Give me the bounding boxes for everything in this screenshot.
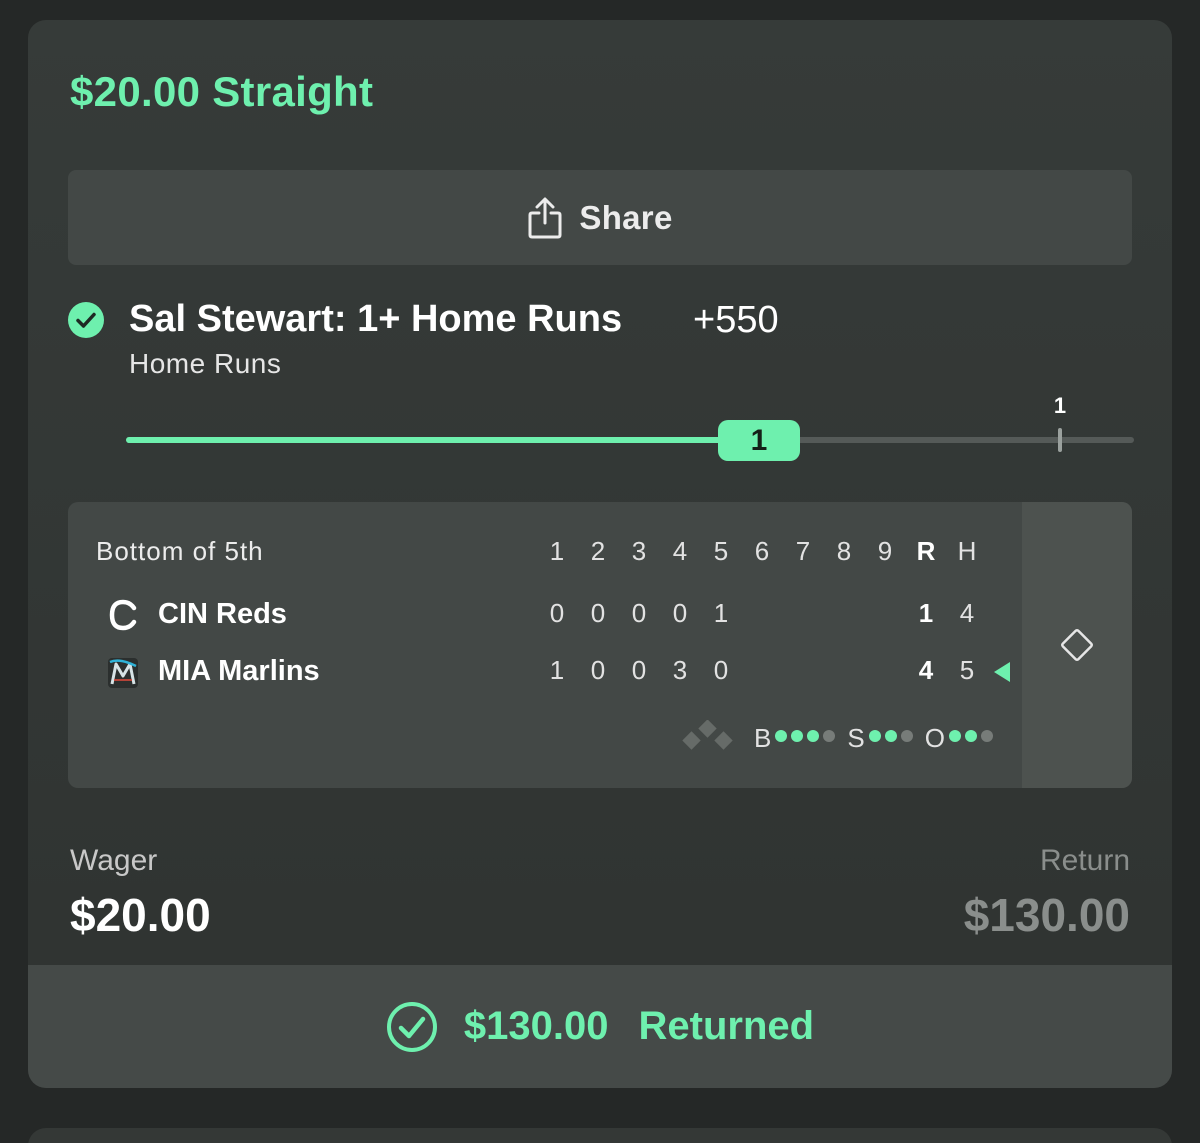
outs-label: O <box>924 722 945 753</box>
settlement-bar: $130.00 Returned <box>28 965 1172 1088</box>
inning-score: 0 <box>631 598 647 628</box>
bet-card: $20.00 Straight Share Sal Stewart: 1+ Ho… <box>28 20 1172 1088</box>
inning-status: Bottom of 5th <box>96 536 264 566</box>
inning-header: 6 <box>754 536 770 566</box>
count-dot <box>884 730 897 742</box>
hits-total: 4 <box>959 598 975 628</box>
inning-header: 7 <box>795 536 811 566</box>
count-dot <box>775 730 788 742</box>
progress-value-bubble: 1 <box>718 420 800 461</box>
inning-header: 1 <box>549 536 565 566</box>
progress-fill <box>126 437 762 443</box>
return-value: $130.00 <box>963 889 1130 941</box>
inning-score: 0 <box>590 598 606 628</box>
check-circle-icon <box>68 302 104 338</box>
runs-total: 4 <box>918 655 934 685</box>
leg-title: Sal Stewart: 1+ Home Runs <box>129 298 623 340</box>
inning-score: 0 <box>672 598 688 628</box>
progress-track <box>126 437 1134 443</box>
check-circle-icon <box>386 1001 437 1052</box>
outs-dots <box>947 729 995 747</box>
count-display: B S O <box>744 720 995 756</box>
strikes-label: S <box>847 722 865 753</box>
inning-header: 8 <box>836 536 852 566</box>
reds-logo-icon <box>109 599 137 631</box>
wager-label: Wager <box>70 844 158 877</box>
inning-score: 1 <box>549 655 565 685</box>
diamond-field-icon <box>1061 629 1093 661</box>
inning-header: 2 <box>590 536 606 566</box>
hits-total: 5 <box>959 655 975 685</box>
settlement-status: Returned <box>638 1004 815 1048</box>
team-name-home: CIN Reds <box>158 598 287 630</box>
inning-header: R <box>916 536 936 566</box>
count-dot <box>823 730 836 742</box>
share-button[interactable]: Share <box>68 170 1132 265</box>
inning-score: 0 <box>631 655 647 685</box>
batting-indicator-icon <box>994 662 1010 682</box>
count-dot <box>807 730 820 742</box>
inning-header: 5 <box>713 536 729 566</box>
leg-market: Home Runs <box>129 348 282 379</box>
count-dot <box>964 730 977 742</box>
team-name-away: MIA Marlins <box>158 655 320 687</box>
strikes-dots <box>867 729 915 747</box>
balls-label: B <box>754 722 772 753</box>
inning-header: H <box>957 536 977 566</box>
balls-dots <box>773 729 837 747</box>
bases-icon <box>682 720 733 750</box>
inning-score: 1 <box>713 598 729 628</box>
count-dot <box>980 730 993 742</box>
leg-odds: +550 <box>693 299 779 341</box>
share-label: Share <box>579 198 673 236</box>
inning-header: 3 <box>631 536 647 566</box>
inning-score: 0 <box>713 655 729 685</box>
count-dot <box>900 730 913 742</box>
inning-score: 0 <box>549 598 565 628</box>
bet-title: $20.00 Straight <box>70 68 374 115</box>
share-icon <box>528 197 562 238</box>
inning-score: 3 <box>672 655 688 685</box>
inning-header: 9 <box>877 536 893 566</box>
target-label: 1 <box>1053 393 1067 418</box>
target-tick <box>1058 428 1062 452</box>
inning-score: 0 <box>590 655 606 685</box>
field-view-button[interactable] <box>1022 502 1132 788</box>
return-label: Return <box>1039 844 1130 877</box>
settlement-amount: $130.00 <box>463 1004 609 1048</box>
count-dot <box>791 730 804 742</box>
count-dot <box>868 730 881 742</box>
count-dot <box>948 730 961 742</box>
runs-total: 1 <box>918 598 934 628</box>
inning-header: 4 <box>672 536 688 566</box>
scoreboard[interactable]: Bottom of 5th 123456789RH00001141003045 … <box>68 502 1132 788</box>
marlins-logo-icon <box>108 658 138 688</box>
wager-value: $20.00 <box>70 889 211 941</box>
next-bet-card[interactable] <box>28 1128 1172 1143</box>
